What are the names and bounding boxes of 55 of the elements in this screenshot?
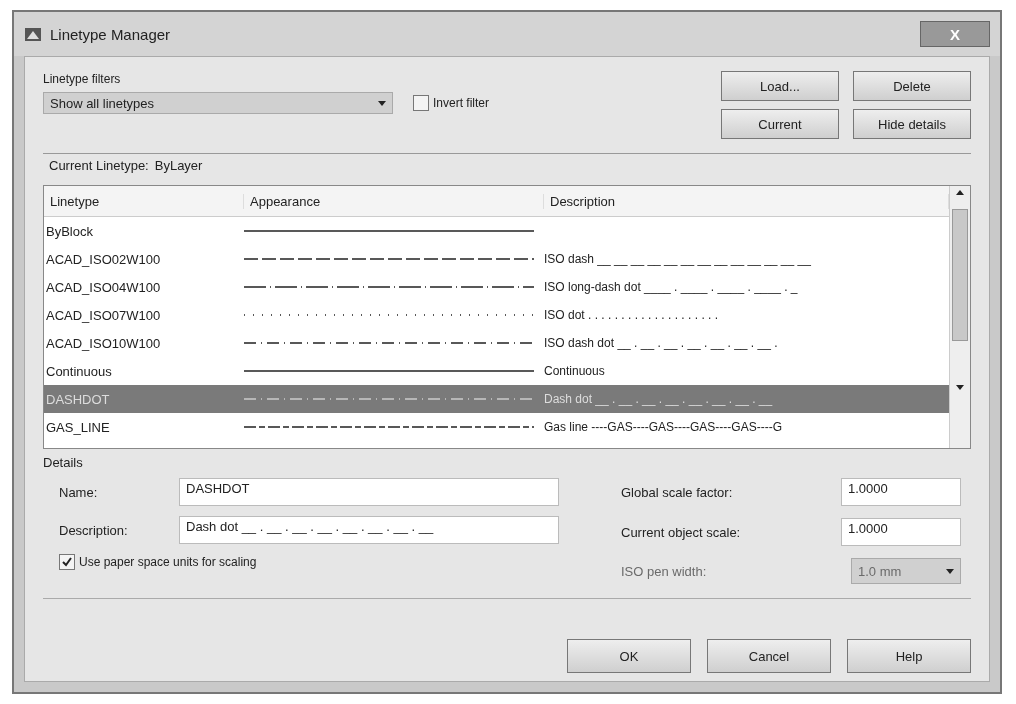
filter-label: Linetype filters bbox=[43, 72, 121, 86]
filter-dropdown[interactable]: Show all linetypes bbox=[43, 92, 393, 114]
description-label: Description: bbox=[59, 522, 129, 538]
linetype-name: DASHDOT bbox=[45, 391, 111, 407]
linetype-description: ISO dash __ __ __ __ __ __ __ __ __ __ __ __ __ bbox=[544, 252, 812, 266]
scroll-up-icon[interactable] bbox=[956, 190, 964, 195]
dropdown-arrow-icon bbox=[946, 568, 954, 574]
app-icon bbox=[24, 25, 42, 43]
scroll-down-icon[interactable] bbox=[956, 385, 964, 390]
scrollbar[interactable] bbox=[949, 186, 970, 448]
linetype-row[interactable]: ACAD_ISO07W100 ISO dot . . . . . . . . . . . . . . . . . . . . bbox=[44, 301, 949, 329]
linetype-row[interactable]: GAS_LINE Gas line ----GAS----GAS----GAS----GAS----G bbox=[44, 413, 949, 441]
linetype-name: ACAD_ISO10W100 bbox=[45, 335, 162, 351]
global-scale-label: Global scale factor: bbox=[621, 484, 733, 500]
linetype-description: ISO dot . . . . . . . . . . . . . . . . . . . . bbox=[544, 308, 720, 322]
object-scale-field[interactable]: 1.0000 bbox=[841, 518, 961, 546]
global-scale-field[interactable]: 1.0000 bbox=[841, 478, 961, 506]
dialog-button[interactable]: OK bbox=[567, 639, 691, 673]
dialog-button[interactable]: Load... bbox=[721, 71, 839, 101]
dialog-button[interactable]: Delete bbox=[853, 71, 971, 101]
linetype-description: ISO dash dot __ . __ . __ . __ . __ . __ . __ . bbox=[544, 336, 779, 350]
dropdown-arrow-icon bbox=[378, 100, 386, 106]
linetype-description: Gas line ----GAS----GAS----GAS----GAS----G bbox=[544, 420, 783, 434]
description-field[interactable]: Dash dot __ . __ . __ . __ . __ . __ . __ . __ bbox=[179, 516, 559, 544]
name-label: Name: bbox=[59, 484, 99, 500]
pen-width-label: ISO pen width: bbox=[621, 563, 707, 579]
check-icon bbox=[62, 557, 72, 567]
linetype-description: Continuous bbox=[544, 364, 606, 378]
window-title: Linetype Manager bbox=[50, 25, 172, 43]
dialog-button[interactable]: Help bbox=[847, 639, 971, 673]
linetype-name: Continuous bbox=[45, 363, 113, 379]
column-header[interactable]: Linetype bbox=[44, 193, 244, 209]
current-linetype-value: ByLayer bbox=[154, 158, 203, 173]
current-linetype-label: Current Linetype: bbox=[49, 158, 149, 173]
linetype-description: ISO long-dash dot ____ . ____ . ____ . ____ . _ bbox=[544, 280, 799, 294]
column-header[interactable]: Appearance bbox=[244, 193, 544, 209]
linetype-row[interactable]: ACAD_ISO02W100 ISO dash __ __ __ __ __ __ __ __ __ __ __ __ __ bbox=[44, 245, 949, 273]
invert-filter-checkbox[interactable]: Invert filter bbox=[413, 95, 489, 111]
linetype-row[interactable]: Continuous Continuous bbox=[44, 357, 949, 385]
linetype-description: Dash dot __ . __ . __ . __ . __ . __ . __ . __ bbox=[544, 392, 774, 406]
linetype-name: ACAD_ISO07W100 bbox=[45, 307, 162, 323]
linetype-name: ByBlock bbox=[45, 223, 94, 239]
linetype-row[interactable]: ByBlock bbox=[44, 217, 949, 245]
linetype-name: GAS_LINE bbox=[45, 419, 111, 435]
linetype-name: ACAD_ISO02W100 bbox=[45, 251, 162, 267]
linetype-row[interactable]: ACAD_ISO04W100 ISO long-dash dot ____ . ____ . ____ . ____ . _ bbox=[44, 273, 949, 301]
dialog-button[interactable]: Current bbox=[721, 109, 839, 139]
linetype-name: ACAD_ISO04W100 bbox=[45, 279, 162, 295]
paper-space-checkbox[interactable]: Use paper space units for scaling bbox=[59, 554, 559, 570]
object-scale-label: Current object scale: bbox=[621, 524, 741, 540]
dialog-button[interactable]: Cancel bbox=[707, 639, 831, 673]
linetype-row[interactable]: ACAD_ISO10W100 ISO dash dot __ . __ . __ . __ . __ . __ . __ . bbox=[44, 329, 949, 357]
details-title: Details bbox=[43, 455, 84, 470]
dialog-button[interactable]: Hide details bbox=[853, 109, 971, 139]
name-field[interactable]: DASHDOT bbox=[179, 478, 559, 506]
